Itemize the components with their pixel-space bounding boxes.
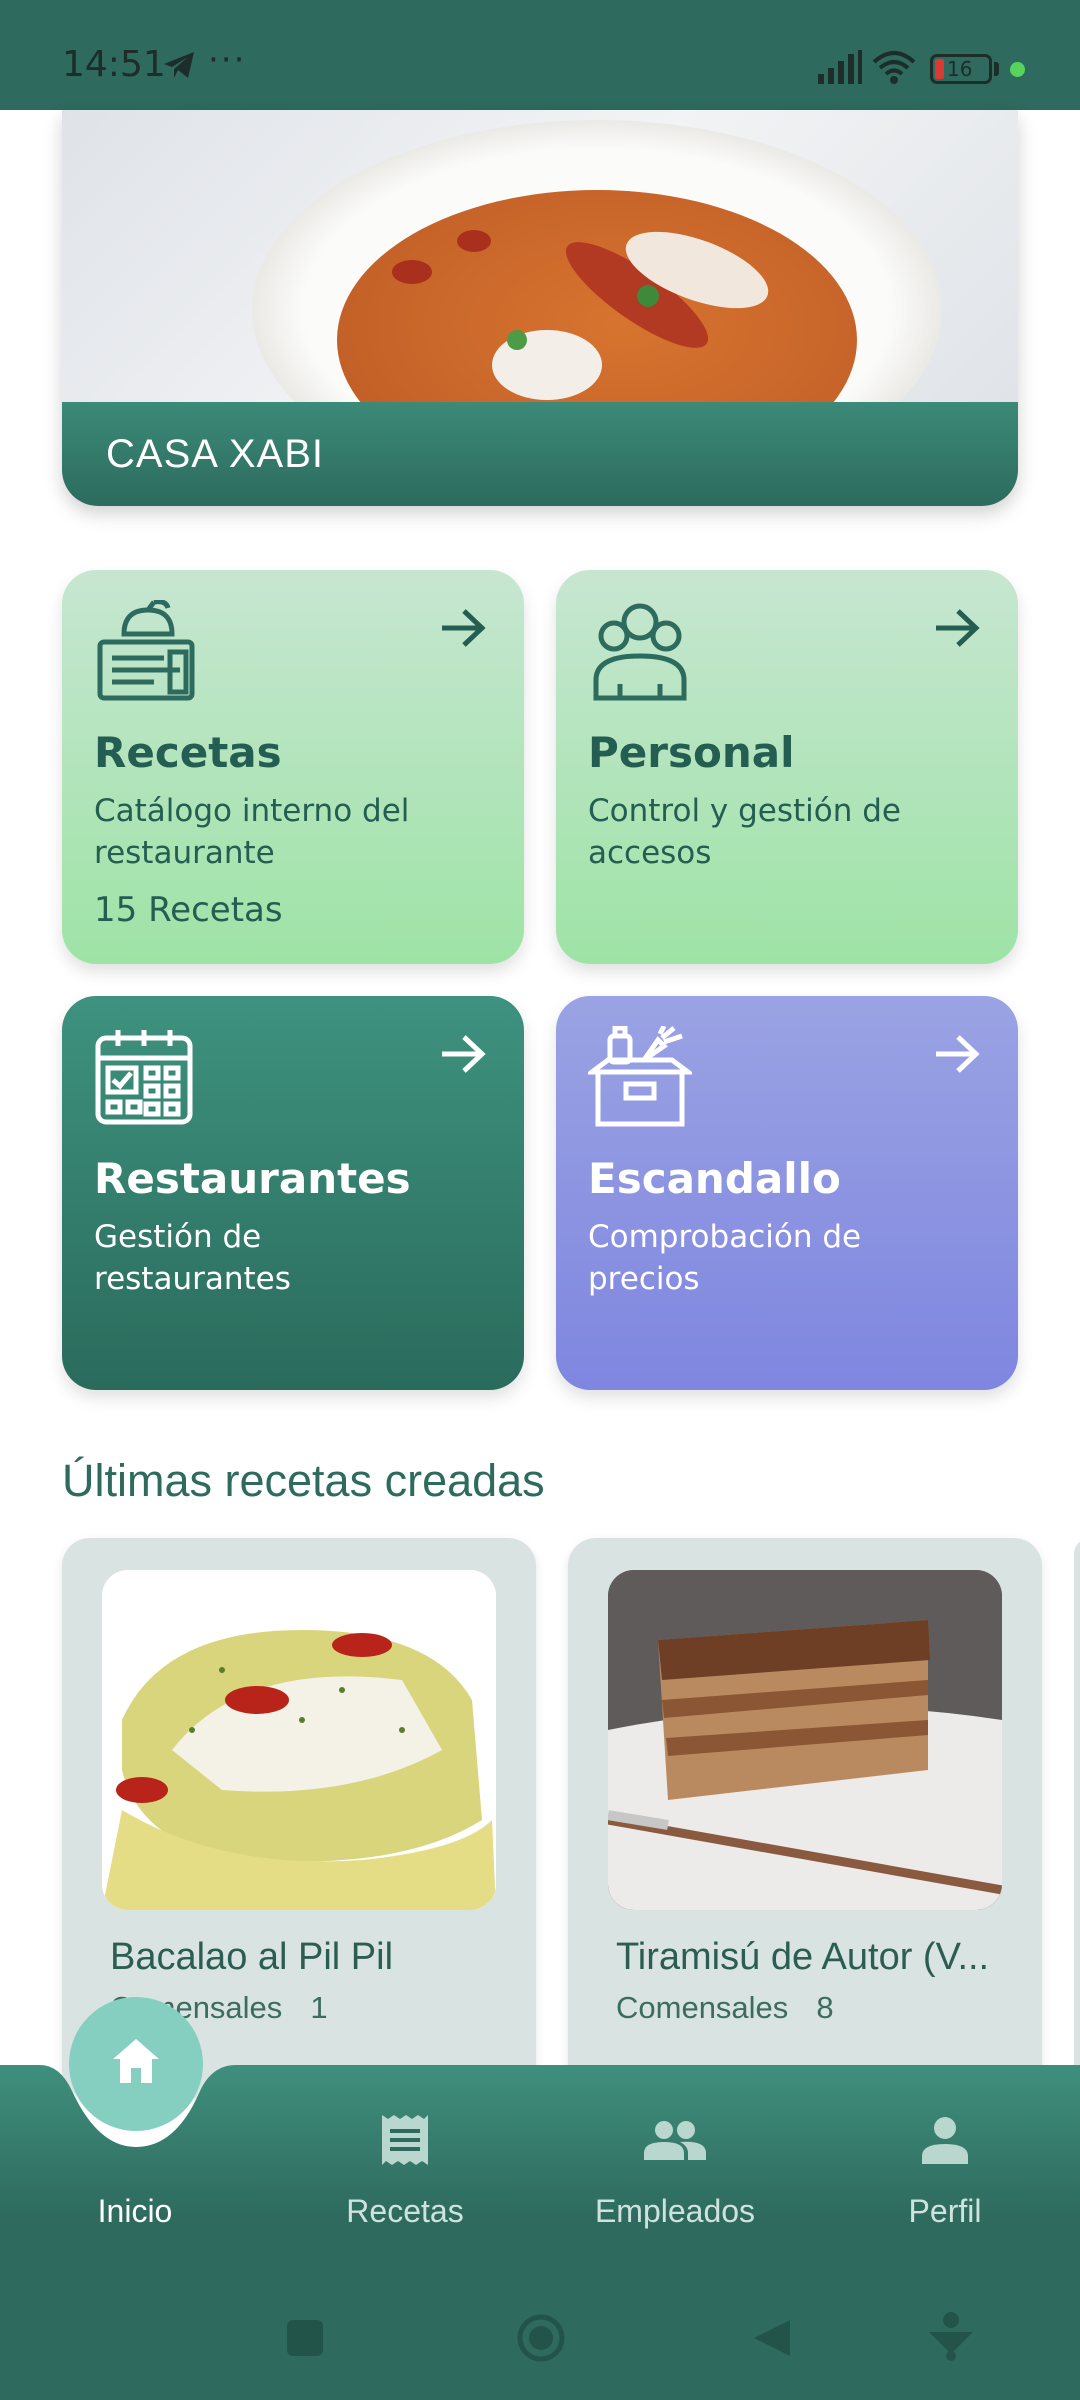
tile-escandallo[interactable]: Escandallo Comprobación de precios bbox=[556, 996, 1018, 1390]
nav-recetas[interactable]: Recetas bbox=[285, 2193, 525, 2230]
recipe-image-tiramisu bbox=[608, 1570, 1002, 1910]
tile-personal[interactable]: Personal Control y gestión de accesos bbox=[556, 570, 1018, 964]
recipe-book-icon bbox=[94, 599, 198, 708]
battery-icon: 16 bbox=[930, 54, 992, 84]
recipes-count: 15 Recetas bbox=[94, 890, 283, 930]
nav-empleados-icon-wrap[interactable] bbox=[575, 2110, 775, 2170]
nav-perfil[interactable]: Perfil bbox=[825, 2193, 1065, 2230]
recipe-card[interactable]: Tiramisú de Autor (V... Comensales 8 bbox=[568, 1538, 1042, 2098]
tile-title: Recetas bbox=[94, 728, 282, 777]
recipe-image-bacalao bbox=[102, 1570, 496, 1910]
recipe-card-peek[interactable] bbox=[1074, 1538, 1080, 2098]
grocery-box-icon bbox=[584, 1024, 696, 1134]
restaurant-name: CASA XABI bbox=[106, 432, 324, 476]
tile-description: Control y gestión de accesos bbox=[588, 793, 901, 871]
nav-inicio[interactable]: Inicio bbox=[15, 2193, 255, 2230]
calendar-icon bbox=[94, 1026, 194, 1130]
recipe-name: Bacalao al Pil Pil bbox=[110, 1936, 394, 1978]
status-time: 14:51 bbox=[62, 44, 166, 85]
tile-description: Catálogo interno del restaurante bbox=[94, 793, 410, 871]
assistant-system-button[interactable] bbox=[925, 2310, 977, 2366]
active-dot-icon bbox=[1010, 62, 1025, 77]
nav-recetas-icon-wrap[interactable] bbox=[305, 2110, 505, 2170]
arrow-right-icon bbox=[440, 608, 486, 652]
tile-title: Escandallo bbox=[588, 1154, 841, 1203]
arrow-right-icon bbox=[934, 608, 980, 652]
signal-icon bbox=[818, 50, 862, 88]
tile-recetas[interactable]: Recetas Catálogo interno del restaurante… bbox=[62, 570, 524, 964]
hero-footer: CASA XABI bbox=[62, 402, 1018, 506]
recent-apps-button[interactable] bbox=[285, 2318, 325, 2362]
latest-recipes-title: Últimas recetas creadas bbox=[62, 1455, 545, 1506]
tile-title: Personal bbox=[588, 728, 795, 777]
servings-value: 8 bbox=[816, 1990, 834, 2025]
tile-description: Comprobación de precios bbox=[588, 1219, 862, 1297]
nav-perfil-icon-wrap[interactable] bbox=[845, 2110, 1045, 2170]
battery-tip bbox=[994, 62, 999, 76]
arrow-right-icon bbox=[440, 1034, 486, 1078]
staff-group-icon bbox=[588, 600, 692, 708]
servings-label: Comensales bbox=[616, 1990, 789, 2025]
telegram-icon bbox=[162, 50, 196, 84]
tile-restaurantes[interactable]: Restaurantes Gestión de restaurantes bbox=[62, 996, 524, 1390]
servings-value: 1 bbox=[310, 1990, 328, 2025]
home-system-button[interactable] bbox=[516, 2313, 566, 2367]
nav-empleados[interactable]: Empleados bbox=[555, 2193, 795, 2230]
recipe-name: Tiramisú de Autor (V... bbox=[616, 1936, 990, 1978]
more-dots-icon: ··· bbox=[208, 40, 247, 80]
recipe-servings: Comensales 8 bbox=[616, 1990, 862, 2026]
battery-level: 16 bbox=[947, 57, 973, 81]
home-fab-button[interactable] bbox=[69, 1997, 203, 2131]
person-icon bbox=[845, 2110, 1045, 2170]
tile-title: Restaurantes bbox=[94, 1154, 411, 1203]
receipt-icon bbox=[305, 2110, 505, 2170]
wifi-icon bbox=[872, 50, 916, 88]
arrow-right-icon bbox=[934, 1034, 980, 1078]
tile-description: Gestión de restaurantes bbox=[94, 1219, 291, 1297]
back-system-button[interactable] bbox=[752, 2318, 792, 2362]
hero-dish-image bbox=[62, 110, 1018, 500]
people-icon bbox=[575, 2110, 775, 2170]
status-bar: 14:51 ··· 16 bbox=[0, 0, 1080, 110]
restaurant-hero-card[interactable]: CASA XABI bbox=[62, 110, 1018, 506]
